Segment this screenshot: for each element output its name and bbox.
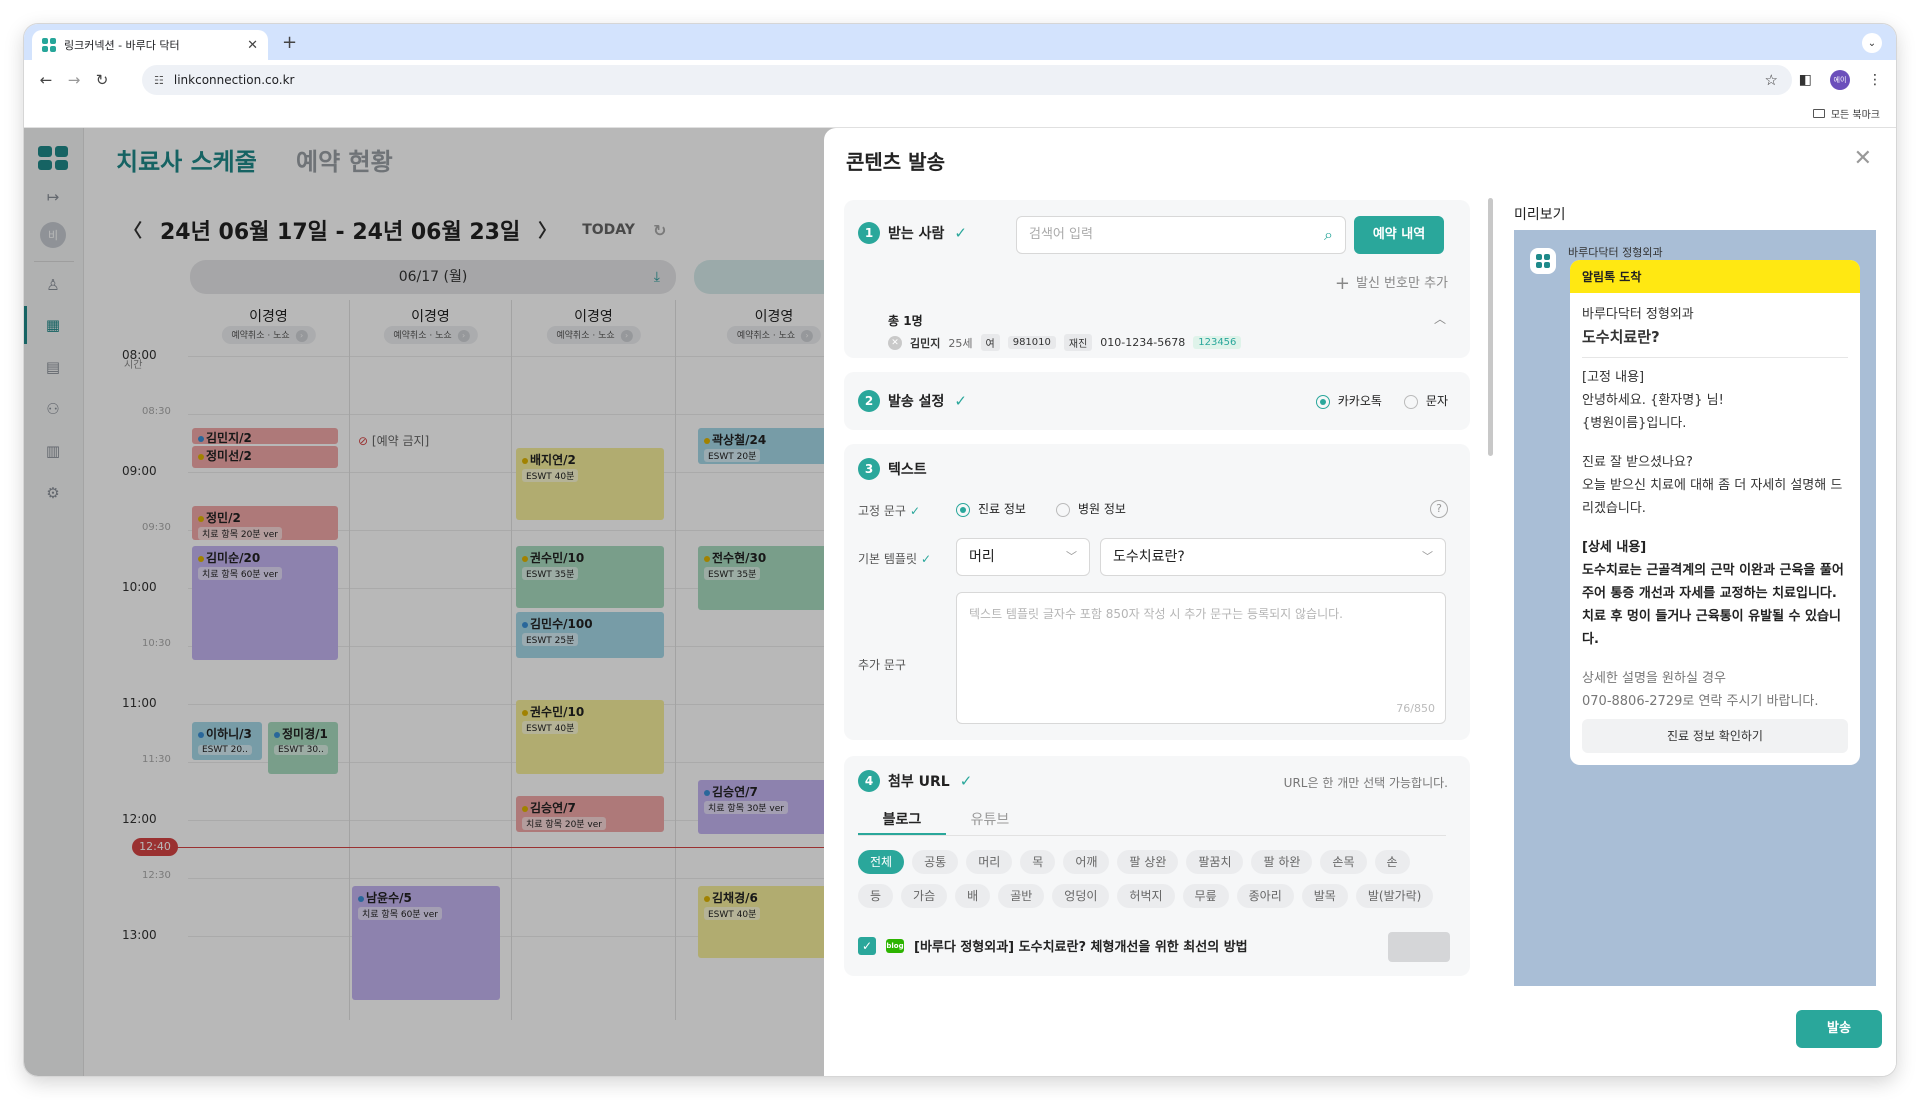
forward-icon[interactable]: →	[60, 71, 88, 89]
category-chip[interactable]: 팔 상완	[1117, 850, 1179, 874]
send-button[interactable]: 발송	[1796, 1010, 1882, 1048]
app-area: ↦ 비 ♙ ▦ ▤ ⚇ ▥ ⚙ 치료사 스케줄 예약 현황 〈 24년 06월 …	[24, 128, 1896, 1076]
browser-toolbar: ← → ↻ ☷ linkconnection.co.kr ☆ ◧ 에이 ⋮	[24, 60, 1896, 100]
template-part-select[interactable]: 머리 ﹀	[956, 538, 1090, 576]
plus-icon: +	[1334, 273, 1350, 294]
bookmark-star-icon[interactable]: ☆	[1765, 71, 1778, 89]
url-note: URL은 한 개만 선택 가능합니다.	[1283, 776, 1448, 790]
recipient-row: ✕ 김민지 25세 여 981010 재진 010-1234-5678 1234…	[888, 334, 1242, 351]
blog-icon: blog	[886, 938, 904, 953]
favicon-icon	[42, 38, 56, 52]
template-select[interactable]: 도수치료란? ﹀	[1100, 538, 1446, 576]
tab-youtube[interactable]: 유튜브	[946, 806, 1034, 835]
preview-label: 미리보기	[1514, 207, 1566, 223]
menu-icon[interactable]: ⋮	[1868, 72, 1882, 88]
tab-blog[interactable]: 블로그	[858, 806, 946, 835]
close-tab-icon[interactable]: ✕	[247, 38, 258, 53]
category-chip[interactable]: 배	[955, 884, 991, 908]
chevron-down-icon: ﹀	[1422, 550, 1433, 563]
recipient-card: 1 받는 사람 ✓ 검색어 입력 ⌕ 예약 내역 + 발신 번호만 추가 총 1명 ︿ …	[844, 200, 1470, 358]
bookmark-bar: 모든 북마크	[24, 100, 1896, 128]
send-settings-card: 2 발송 설정 ✓ 카카오톡 문자	[844, 372, 1470, 430]
profile-avatar[interactable]: 에이	[1830, 70, 1850, 90]
extra-text-input[interactable]: 텍스트 템플릿 글자수 포함 850자 작성 시 추가 문구는 등록되지 않습니…	[956, 592, 1446, 724]
tab-strip: 링크커넥션 - 바루다 닥터 ✕ + ⌄	[24, 24, 1896, 60]
fixed-text-label: 고정 문구 ✓	[858, 504, 921, 518]
category-chip[interactable]: 어깨	[1063, 850, 1110, 874]
check-icon: ✓	[954, 224, 967, 242]
category-chip[interactable]: 손	[1374, 850, 1410, 874]
all-bookmarks[interactable]: 모든 북마크	[1812, 106, 1880, 121]
sender-logo-icon	[1530, 248, 1556, 274]
new-tab-icon[interactable]: +	[282, 34, 297, 52]
radio-hospital-info[interactable]: 병원 정보	[1055, 500, 1126, 517]
clinic-info-button[interactable]: 진료 정보 확인하기	[1582, 719, 1848, 753]
category-chip[interactable]: 발목	[1301, 884, 1348, 908]
side-panel-icon[interactable]: ◧	[1799, 72, 1812, 88]
folder-icon	[1812, 109, 1825, 118]
message-bubble: 알림톡 도착 바루다닥터 정형외과 도수치료란? [고정 내용] 안녕하세요. …	[1570, 260, 1860, 765]
category-chip[interactable]: 종아리	[1236, 884, 1294, 908]
reload-icon[interactable]: ↻	[88, 71, 116, 89]
chevron-down-icon: ﹀	[1066, 550, 1077, 563]
check-icon: ✓	[954, 392, 967, 410]
tab-title: 링크커넥션 - 바루다 닥터	[64, 39, 180, 52]
category-chip[interactable]: 등	[858, 884, 894, 908]
template-label: 기본 템플릿 ✓	[858, 552, 932, 566]
category-chip[interactable]: 머리	[966, 850, 1013, 874]
category-chip[interactable]: 허벅지	[1117, 884, 1175, 908]
search-icon[interactable]: ⌕	[1324, 217, 1333, 253]
modal-title: 콘텐츠 발송	[846, 150, 945, 174]
modal-backdrop[interactable]	[24, 128, 854, 1076]
help-icon[interactable]: ?	[1430, 500, 1448, 518]
category-chip[interactable]: 팔꿈치	[1186, 850, 1244, 874]
chevron-up-icon[interactable]: ︿	[1434, 310, 1446, 327]
char-counter: 76/850	[1396, 702, 1435, 715]
category-chip[interactable]: 골반	[998, 884, 1045, 908]
extra-text-label: 추가 문구	[858, 658, 906, 672]
preview-panel: 바루다닥터 정형외과 알림톡 도착 바루다닥터 정형외과 도수치료란? [고정 …	[1514, 230, 1876, 986]
category-chip[interactable]: 전체	[858, 850, 905, 874]
category-chip[interactable]: 엉덩이	[1052, 884, 1110, 908]
address-bar[interactable]: ☷ linkconnection.co.kr ☆	[142, 65, 1792, 95]
radio-clinic-info[interactable]: 진료 정보	[956, 500, 1026, 517]
tab-search-icon[interactable]: ⌄	[1862, 33, 1882, 53]
history-button[interactable]: 예약 내역	[1354, 216, 1444, 254]
url-card: 4 첨부 URL ✓ URL은 한 개만 선택 가능합니다. 블로그 유튜브 전체 공…	[844, 756, 1470, 976]
browser-tab[interactable]: 링크커넥션 - 바루다 닥터 ✕	[32, 30, 268, 60]
remove-icon[interactable]: ✕	[888, 335, 902, 350]
search-input[interactable]: 검색어 입력 ⌕	[1016, 216, 1346, 254]
category-chip[interactable]: 손목	[1320, 850, 1367, 874]
radio-kakao[interactable]: 카카오톡	[1315, 392, 1382, 409]
url-text: linkconnection.co.kr	[173, 73, 295, 87]
close-icon[interactable]: ✕	[1854, 146, 1872, 171]
recipient-count: 총 1명	[888, 314, 923, 328]
back-icon[interactable]: ←	[32, 71, 60, 89]
category-chip[interactable]: 목	[1020, 850, 1056, 874]
scrollbar[interactable]	[1488, 198, 1493, 456]
content-send-modal: 콘텐츠 발송 ✕ 1 받는 사람 ✓ 검색어 입력 ⌕ 예약 내역 + 발신 번호만 추…	[824, 128, 1896, 1076]
category-chip[interactable]: 가슴	[901, 884, 948, 908]
text-card: 3 텍스트 고정 문구 ✓ 진료 정보 병원 정보 ? 기본 템플릿 ✓ 머리 ﹀ 도수…	[844, 444, 1470, 740]
checkbox[interactable]: ✓	[858, 936, 876, 955]
category-chip[interactable]: 발(발가락)	[1355, 884, 1434, 908]
category-chip[interactable]: 무릎	[1182, 884, 1229, 908]
category-chip[interactable]: 공통	[912, 850, 959, 874]
check-icon: ✓	[959, 772, 973, 790]
site-info-icon[interactable]: ☷	[154, 74, 164, 87]
category-chip[interactable]: 팔 하완	[1251, 850, 1313, 874]
radio-sms[interactable]: 문자	[1403, 392, 1448, 409]
browser-window: 링크커넥션 - 바루다 닥터 ✕ + ⌄ ← → ↻ ☷ linkconnect…	[24, 24, 1896, 1076]
sender-name: 바루다닥터 정형외과	[1568, 246, 1663, 259]
blog-item[interactable]: ✓ blog [바루다 정형외과] 도수치료란? 체형개선을 위한 최선의 방법	[858, 936, 1248, 955]
blog-thumbnail	[1388, 932, 1450, 962]
add-sender-button[interactable]: + 발신 번호만 추가	[1335, 272, 1448, 294]
